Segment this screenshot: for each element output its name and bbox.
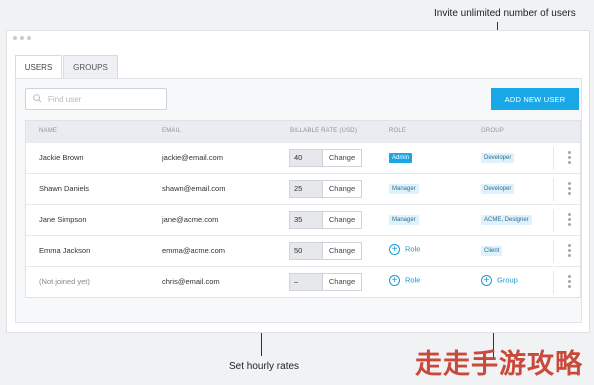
divider: [553, 271, 554, 294]
change-rate-button[interactable]: Change: [322, 212, 361, 228]
app-window: USERS GROUPS ADD NEW USER NAME EMAIL BIL…: [6, 30, 590, 333]
user-name: (Not joined yet): [39, 277, 90, 286]
rate-control: 25 Change: [289, 180, 362, 198]
rate-value: 40: [290, 150, 322, 166]
role-badge[interactable]: Manager: [389, 184, 419, 194]
search-icon: [33, 94, 42, 103]
more-menu-icon[interactable]: [566, 182, 572, 196]
more-menu-icon[interactable]: [566, 213, 572, 227]
rate-control: – Change: [289, 273, 362, 291]
search-input[interactable]: [48, 92, 160, 106]
change-rate-button[interactable]: Change: [322, 181, 361, 197]
tab-groups[interactable]: GROUPS: [63, 55, 118, 79]
divider: [553, 209, 554, 232]
change-rate-button[interactable]: Change: [322, 243, 361, 259]
more-menu-icon[interactable]: [566, 275, 572, 289]
table-header: NAME EMAIL BILLABLE RATE (USD) ROLE GROU…: [26, 121, 580, 142]
add-new-user-button[interactable]: ADD NEW USER: [491, 88, 579, 110]
rate-value: 25: [290, 181, 322, 197]
user-email: shawn@email.com: [162, 184, 226, 193]
table-row: Jackie Brown jackie@email.com 40 Change …: [26, 142, 580, 173]
search-box: [25, 88, 167, 110]
add-role-label: Role: [405, 275, 421, 285]
column-header-email: EMAIL: [162, 128, 182, 134]
users-panel: ADD NEW USER NAME EMAIL BILLABLE RATE (U…: [15, 78, 582, 323]
user-name: Jane Simpson: [39, 215, 87, 224]
more-menu-icon[interactable]: [566, 244, 572, 258]
role-badge[interactable]: Admin: [389, 153, 413, 163]
group-badge[interactable]: ACME, Designer: [481, 215, 532, 225]
divider: [553, 178, 554, 201]
annotation-hourly-rates: Set hourly rates: [229, 361, 300, 372]
more-menu-icon[interactable]: [566, 151, 572, 165]
change-rate-button[interactable]: Change: [322, 150, 361, 166]
add-role-link[interactable]: + Role: [389, 275, 420, 286]
plus-icon: +: [389, 244, 400, 255]
rate-control: 35 Change: [289, 211, 362, 229]
add-group-link[interactable]: + Group: [481, 275, 518, 286]
watermark-logo: 走走手游攻略: [415, 349, 583, 380]
plus-icon: +: [389, 275, 400, 286]
table-row: Emma Jackson emma@acme.com 50 Change + Ro…: [26, 235, 580, 266]
window-dot: [13, 36, 17, 40]
column-header-group: GROUP: [481, 128, 505, 134]
add-role-label: Role: [405, 244, 421, 254]
tab-users[interactable]: USERS: [15, 55, 62, 79]
group-badge[interactable]: Developer: [481, 184, 515, 194]
title-bar: [7, 31, 589, 45]
rate-control: 40 Change: [289, 149, 362, 167]
add-role-link[interactable]: + Role: [389, 244, 420, 255]
divider: [553, 240, 554, 263]
user-email: jane@acme.com: [162, 215, 219, 224]
user-name: Emma Jackson: [39, 246, 91, 255]
plus-icon: +: [481, 275, 492, 286]
change-rate-button[interactable]: Change: [322, 274, 361, 290]
user-name: Shawn Daniels: [39, 184, 90, 193]
divider: [553, 147, 554, 170]
table-row: (Not joined yet) chris@email.com – Chang…: [26, 266, 580, 297]
user-name: Jackie Brown: [39, 153, 84, 162]
user-email: emma@acme.com: [162, 246, 226, 255]
users-table: NAME EMAIL BILLABLE RATE (USD) ROLE GROU…: [25, 120, 581, 298]
window-dot: [27, 36, 31, 40]
table-row: Jane Simpson jane@acme.com 35 Change Man…: [26, 204, 580, 235]
column-header-billable-rate: BILLABLE RATE (USD): [290, 128, 358, 134]
table-row: Shawn Daniels shawn@email.com 25 Change …: [26, 173, 580, 204]
window-dot: [20, 36, 24, 40]
column-header-name: NAME: [39, 128, 58, 134]
rate-control: 50 Change: [289, 242, 362, 260]
user-email: jackie@email.com: [162, 153, 223, 162]
column-header-role: ROLE: [389, 128, 407, 134]
group-badge[interactable]: Client: [481, 246, 503, 256]
user-email: chris@email.com: [162, 277, 220, 286]
rate-value: 50: [290, 243, 322, 259]
rate-value: –: [290, 274, 322, 290]
role-badge[interactable]: Manager: [389, 215, 419, 225]
group-badge[interactable]: Developer: [481, 153, 515, 163]
add-group-label: Group: [497, 275, 518, 285]
rate-value: 35: [290, 212, 322, 228]
annotation-invite-users: Invite unlimited number of users: [434, 8, 576, 19]
